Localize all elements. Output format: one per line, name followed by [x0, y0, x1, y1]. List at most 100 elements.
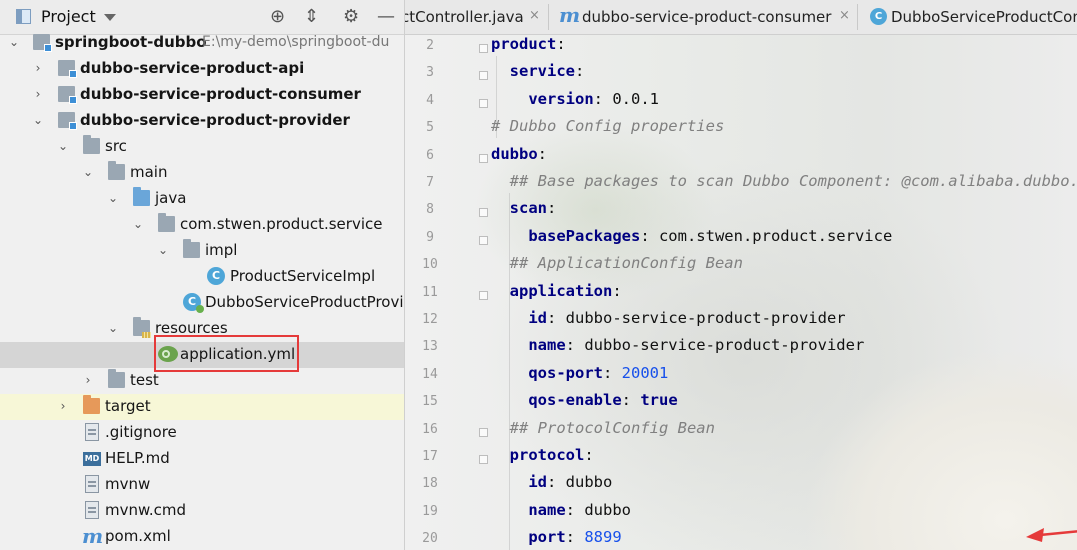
- code-line[interactable]: name: dubbo: [491, 501, 631, 528]
- yaml-text: : dubbo-service-product-provider: [565, 336, 865, 355]
- yaml-key: id: [528, 473, 547, 492]
- line-number: 3: [426, 65, 434, 81]
- yaml-text: [491, 501, 528, 519]
- tree-item-package-service[interactable]: ⌄ com.stwen.product.service: [0, 212, 404, 238]
- code-line[interactable]: port: 8899: [491, 528, 622, 550]
- code-line[interactable]: ## ProtocolConfig Bean: [491, 419, 715, 446]
- line-number: 16: [422, 421, 438, 437]
- code-line[interactable]: # Dubbo Config properties: [491, 117, 724, 144]
- tab-product-controller[interactable]: ctController.java ×: [405, 0, 547, 34]
- code-line[interactable]: product:: [491, 35, 566, 62]
- yaml-key: dubbo: [491, 144, 538, 163]
- tree-item-product-api[interactable]: › dubbo-service-product-api: [0, 56, 404, 82]
- tree-item-impl[interactable]: ⌄ impl: [0, 238, 404, 264]
- line-number-gutter: 2 3 4 5 6 7 8 9 10 11 12 13 14 15 16 17 18 19 20: [405, 34, 488, 550]
- tree-item-help-md[interactable]: MD HELP.md: [0, 446, 404, 472]
- expand-arrow-icon[interactable]: ⌄: [30, 112, 46, 128]
- tree-item-product-provider[interactable]: ⌄ dubbo-service-product-provider: [0, 108, 404, 134]
- collapse-arrow-icon[interactable]: ›: [30, 60, 46, 76]
- code-line[interactable]: scan:: [491, 199, 557, 226]
- collapse-arrow-icon[interactable]: ›: [55, 398, 71, 414]
- fold-marker-icon[interactable]: [479, 235, 488, 245]
- tree-item-label: com.stwen.product.service: [180, 215, 383, 233]
- yaml-comment: ## ProtocolConfig Bean: [509, 418, 715, 437]
- expand-arrow-icon[interactable]: ⌄: [105, 320, 121, 336]
- yaml-number: 8899: [584, 528, 622, 547]
- code-line[interactable]: version: 0.0.1: [491, 90, 659, 117]
- code-line[interactable]: id: dubbo: [491, 473, 612, 500]
- code-line[interactable]: application:: [491, 282, 622, 309]
- tab-consumer-pom[interactable]: m dubbo-service-product-consumer ×: [549, 0, 856, 34]
- tree-item-java[interactable]: ⌄ java: [0, 186, 404, 212]
- tree-item-label: dubbo-service-product-provider: [80, 111, 350, 129]
- yaml-text: [491, 309, 528, 327]
- fold-marker-icon[interactable]: [479, 44, 488, 53]
- expand-arrow-icon[interactable]: ⌄: [80, 164, 96, 180]
- tree-item-label: mvnw: [105, 475, 151, 493]
- yaml-key: version: [528, 89, 594, 108]
- code-line[interactable]: id: dubbo-service-product-provider: [491, 309, 845, 336]
- yaml-text: :: [584, 446, 594, 464]
- yaml-text: [491, 364, 528, 382]
- tree-item-provider-application[interactable]: C DubboServiceProductProvi: [0, 290, 404, 316]
- code-line[interactable]: basePackages: com.stwen.product.service: [491, 227, 892, 254]
- expand-arrow-icon[interactable]: ⌄: [55, 138, 71, 154]
- close-icon[interactable]: ×: [839, 8, 850, 23]
- fold-marker-icon[interactable]: [479, 153, 488, 163]
- tab-label: DubboServiceProductCon: [891, 8, 1077, 26]
- fold-marker-icon[interactable]: [479, 455, 488, 464]
- tree-item-target[interactable]: › target: [0, 394, 404, 420]
- code-line[interactable]: qos-port: 20001: [491, 364, 668, 391]
- expand-arrow-icon[interactable]: ⌄: [155, 242, 171, 258]
- line-number: 12: [422, 312, 438, 327]
- tree-item-pom-xml[interactable]: m pom.xml: [0, 524, 404, 550]
- code-line[interactable]: ## Base packages to scan Dubbo Component…: [491, 172, 1077, 199]
- close-icon[interactable]: ×: [529, 8, 540, 23]
- tree-item-label: main: [130, 163, 168, 181]
- yaml-text: :: [565, 528, 585, 547]
- chevron-down-icon[interactable]: [104, 14, 116, 21]
- collapse-all-icon[interactable]: ⇕: [304, 6, 319, 28]
- yaml-key: port: [528, 528, 566, 547]
- collapse-arrow-icon[interactable]: ›: [80, 372, 96, 388]
- tab-provider-application[interactable]: C DubboServiceProductCon: [858, 0, 1077, 34]
- line-number: 15: [422, 394, 438, 410]
- code-line[interactable]: qos-enable: true: [491, 391, 677, 418]
- tree-item-label: dubbo-service-product-api: [80, 59, 305, 77]
- editor-tab-bar: ctController.java × m dubbo-service-prod…: [405, 0, 1077, 35]
- yaml-comment: ## Base packages to scan Dubbo Component…: [509, 172, 1077, 190]
- yaml-text: [491, 199, 510, 217]
- fold-marker-icon[interactable]: [479, 71, 488, 81]
- crosshair-icon[interactable]: ⊕: [270, 6, 285, 28]
- fold-marker-icon[interactable]: [479, 290, 488, 300]
- tree-item-main[interactable]: ⌄ main: [0, 160, 404, 186]
- code-line[interactable]: name: dubbo-service-product-provider: [491, 336, 864, 363]
- code-line[interactable]: service:: [491, 62, 585, 89]
- hide-icon[interactable]: —: [377, 6, 395, 28]
- settings-icon[interactable]: ⚙: [343, 6, 359, 28]
- tree-item-product-consumer[interactable]: › dubbo-service-product-consumer: [0, 82, 404, 108]
- project-panel-icon[interactable]: [16, 9, 31, 24]
- project-title[interactable]: Project: [41, 7, 96, 26]
- expand-arrow-icon[interactable]: ⌄: [6, 34, 22, 50]
- collapse-arrow-icon[interactable]: ›: [30, 86, 46, 102]
- code-line[interactable]: dubbo:: [491, 145, 547, 172]
- fold-marker-icon[interactable]: [479, 98, 488, 108]
- line-number: 8: [426, 202, 434, 218]
- tree-item-product-service-impl[interactable]: C ProductServiceImpl: [0, 264, 404, 290]
- line-number: 7: [426, 175, 434, 190]
- tree-item-src[interactable]: ⌄ src: [0, 134, 404, 160]
- line-number: 4: [426, 92, 434, 108]
- tree-item-gitignore[interactable]: .gitignore: [0, 420, 404, 446]
- tree-item-mvnw[interactable]: mvnw: [0, 472, 404, 498]
- line-number: 9: [426, 229, 434, 245]
- fold-marker-icon[interactable]: [479, 427, 488, 437]
- code-line[interactable]: protocol:: [491, 446, 594, 473]
- fold-marker-icon[interactable]: [479, 208, 488, 218]
- expand-arrow-icon[interactable]: ⌄: [105, 190, 121, 206]
- expand-arrow-icon[interactable]: ⌄: [130, 216, 146, 232]
- tree-item-mvnw-cmd[interactable]: mvnw.cmd: [0, 498, 404, 524]
- tree-item-springboot-dubbo[interactable]: ⌄ springboot-dubbo E:\my-demo\springboot…: [0, 30, 404, 56]
- yaml-number: 20001: [621, 363, 669, 382]
- code-line[interactable]: ## ApplicationConfig Bean: [491, 254, 743, 281]
